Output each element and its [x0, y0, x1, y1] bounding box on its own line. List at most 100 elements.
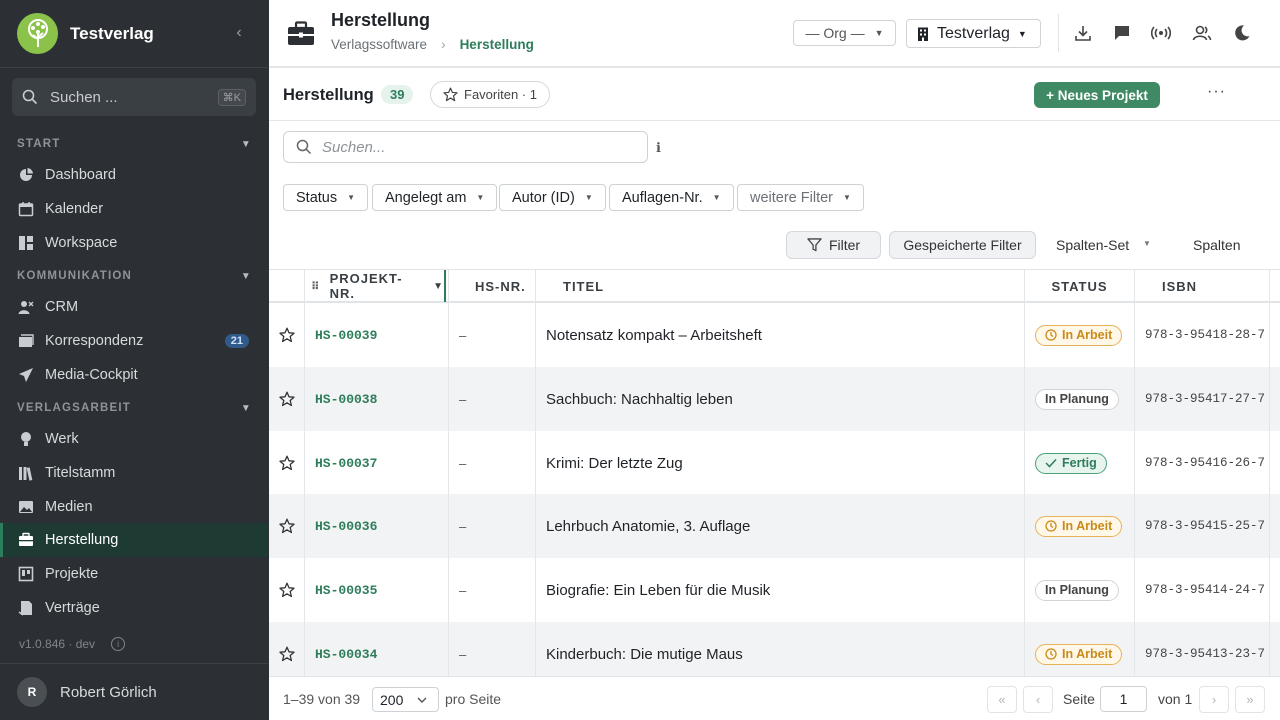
first-page-button[interactable]: « — [987, 686, 1017, 713]
sidebar-item-kalender[interactable]: Kalender — [0, 192, 268, 226]
org-select[interactable]: — Org — ▼ — [793, 20, 896, 46]
project-id-link[interactable]: HS-00035 — [304, 558, 448, 622]
page-total: von 1 — [1158, 691, 1193, 707]
caret-down-icon: ▼ — [584, 193, 593, 202]
sidebar-item-korrespondenz[interactable]: Korrespondenz 21 — [0, 324, 268, 358]
filter-angelegt-am[interactable]: Angelegt am ▼ — [372, 184, 498, 211]
sidebar-item-label: Werk — [45, 431, 79, 447]
column-header-projekt-nr[interactable]: ⠿ PROJEKT-NR. ▼ — [304, 270, 446, 302]
title-cell: Biografie: Ein Leben für die Musik — [535, 558, 1024, 622]
building-icon — [918, 27, 928, 41]
filter-autor-id[interactable]: Autor (ID) ▼ — [499, 184, 606, 211]
search-field[interactable] — [283, 131, 648, 163]
collapse-sidebar-icon[interactable]: ‹ — [230, 23, 248, 43]
sidebar-item-herstellung[interactable]: Herstellung — [0, 523, 268, 557]
sidebar-item-projekte[interactable]: Projekte — [0, 557, 268, 591]
sidebar-item-werk[interactable]: Werk — [0, 422, 268, 456]
more-options-button[interactable]: ··· — [1207, 83, 1226, 101]
pagination-bar: 1–39 von 39 200 pro Seite « ‹ Seite 1 vo… — [269, 676, 1280, 720]
divider — [1058, 14, 1059, 52]
sidebar-item-titelstamm[interactable]: Titelstamm — [0, 456, 268, 490]
check-icon — [1045, 458, 1057, 468]
page-input[interactable]: 1 — [1100, 686, 1147, 712]
breadcrumb-item[interactable]: Verlagssoftware — [331, 37, 427, 52]
sidebar-item-dashboard[interactable]: Dashboard — [0, 158, 268, 192]
hs-nr-cell: – — [448, 558, 535, 622]
org-select-value: — Org — — [805, 25, 865, 41]
new-project-button[interactable]: + Neues Projekt — [1034, 82, 1160, 108]
sidebar-item-media-cockpit[interactable]: Media-Cockpit — [0, 358, 268, 392]
project-id-link[interactable]: HS-00037 — [304, 431, 448, 495]
section-label: START — [17, 138, 61, 150]
table-row[interactable]: HS-00035– Biografie: Ein Leben für die Mu… — [269, 558, 1280, 622]
user-menu[interactable]: R Robert Görlich — [0, 663, 268, 720]
section-kommunikation[interactable]: KOMMUNIKATION ▼ — [17, 270, 252, 282]
column-header-isbn[interactable]: ISBN — [1134, 270, 1270, 302]
favorite-toggle[interactable] — [269, 303, 304, 367]
favorite-toggle[interactable] — [269, 558, 304, 622]
next-page-button[interactable]: › — [1199, 686, 1229, 713]
sidebar-search[interactable]: Suchen ... ⌘K — [12, 78, 256, 116]
info-icon[interactable]: ℹ — [656, 140, 661, 156]
dark-mode-toggle[interactable] — [1231, 22, 1253, 44]
top-header: Herstellung Verlagssoftware › Herstellun… — [269, 0, 1280, 68]
project-id-link[interactable]: HS-00038 — [304, 367, 448, 431]
sidebar-item-vertraege[interactable]: Verträge — [0, 591, 268, 625]
column-header-hs-nr[interactable]: HS-NR. — [448, 270, 535, 302]
sidebar-item-workspace[interactable]: Workspace — [0, 226, 268, 260]
column-header-status[interactable]: STATUS — [1024, 270, 1134, 302]
prev-page-button[interactable]: ‹ — [1023, 686, 1053, 713]
filter-label: Angelegt am — [385, 189, 467, 206]
favorites-button[interactable]: Favoriten · 1 — [430, 81, 550, 108]
info-icon[interactable]: i — [111, 637, 126, 651]
section-start[interactable]: START ▼ — [17, 138, 252, 150]
lightbulb-icon — [17, 430, 35, 448]
sort-desc-icon[interactable]: ▼ — [433, 281, 444, 292]
publisher-select[interactable]: Testverlag ▼ — [906, 19, 1041, 48]
clock-icon — [1045, 648, 1057, 660]
column-set-dropdown[interactable]: Spalten-Set — [1056, 237, 1129, 253]
download-button[interactable] — [1072, 22, 1094, 44]
saved-filters-button[interactable]: Gespeicherte Filter — [889, 231, 1036, 259]
project-id-link[interactable]: HS-00039 — [304, 303, 448, 367]
title-cell: Notensatz kompakt – Arbeitsheft — [535, 303, 1024, 367]
broadcast-button[interactable] — [1150, 22, 1172, 44]
drag-handle-icon[interactable]: ⠿ — [311, 280, 321, 293]
table-row[interactable]: HS-00036– Lehrbuch Anatomie, 3. Auflage In… — [269, 494, 1280, 558]
filter-button[interactable]: Filter — [786, 231, 881, 259]
count-badge: 39 — [381, 85, 414, 104]
favorite-toggle[interactable] — [269, 367, 304, 431]
sidebar-item-label: Titelstamm — [45, 465, 116, 481]
favorite-toggle[interactable] — [269, 431, 304, 495]
project-id-link[interactable]: HS-00036 — [304, 494, 448, 558]
books-icon — [17, 464, 35, 482]
search-input[interactable] — [322, 138, 622, 156]
send-icon — [17, 366, 35, 384]
favorite-toggle[interactable] — [269, 494, 304, 558]
isbn-cell: 978-3-95415-25-7 — [1134, 494, 1270, 558]
chevron-down-icon — [417, 697, 427, 703]
section-verlagsarbeit[interactable]: VERLAGSARBEIT ▼ — [17, 402, 252, 414]
column-header-titel[interactable]: TITEL — [535, 270, 1024, 302]
table-row[interactable]: HS-00038– Sachbuch: Nachhaltig leben In Pl… — [269, 367, 1280, 431]
filter-auflagen-nr[interactable]: Auflagen-Nr. ▼ — [609, 184, 734, 211]
filter-more[interactable]: weitere Filter ▼ — [737, 184, 864, 211]
sidebar-item-crm[interactable]: CRM — [0, 290, 268, 324]
isbn-cell: 978-3-95416-26-7 — [1134, 431, 1270, 495]
sidebar-item-medien[interactable]: Medien — [0, 490, 268, 524]
messages-button[interactable] — [1111, 22, 1133, 44]
caret-down-icon: ▼ — [476, 193, 485, 202]
star-icon — [278, 518, 295, 534]
filter-status[interactable]: Status ▼ — [283, 184, 369, 211]
brand[interactable]: Testverlag — [0, 0, 269, 68]
columns-button[interactable]: Spalten — [1193, 237, 1240, 253]
shortcut-hint: ⌘K — [217, 88, 246, 106]
column-label: HS-NR. — [475, 278, 526, 294]
per-page-select[interactable]: 200 — [372, 687, 439, 712]
table-row[interactable]: HS-00039– Notensatz kompakt – Arbeitsheft… — [269, 303, 1280, 367]
last-page-button[interactable]: » — [1235, 686, 1265, 713]
table-row[interactable]: HS-00037– Krimi: Der letzte Zug Fertig 978-… — [269, 431, 1280, 495]
team-button[interactable] — [1191, 22, 1213, 44]
caret-down-icon: ▼ — [712, 193, 721, 202]
filter-label: Auflagen-Nr. — [622, 189, 703, 206]
